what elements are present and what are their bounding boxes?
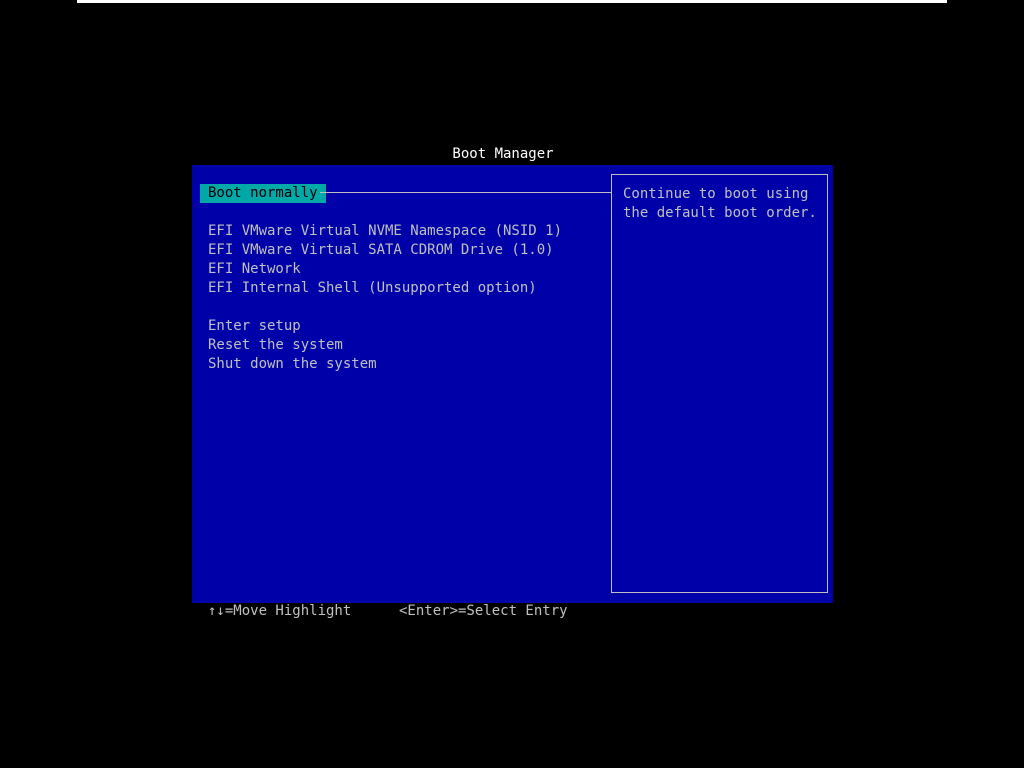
top-status-bar <box>77 0 947 3</box>
menu-item-efi-internal-shell[interactable]: EFI Internal Shell (Unsupported option) <box>208 279 537 298</box>
boot-manager-panel: Boot normally EFI VMware Virtual NVME Na… <box>192 165 833 603</box>
menu-item-efi-sata-cdrom[interactable]: EFI VMware Virtual SATA CDROM Drive (1.0… <box>208 241 554 260</box>
footer-move-hint: ↑↓=Move Highlight <box>208 603 352 619</box>
selection-divider <box>320 192 611 193</box>
menu-item-efi-network[interactable]: EFI Network <box>208 260 301 279</box>
menu-item-boot-normally[interactable]: Boot normally <box>200 184 326 203</box>
footer-select-hint: <Enter>=Select Entry <box>399 603 568 619</box>
page-title: Boot Manager <box>452 146 554 162</box>
menu-item-shut-down[interactable]: Shut down the system <box>208 355 377 374</box>
help-text: Continue to boot using the default boot … <box>623 186 817 221</box>
menu-item-reset-system[interactable]: Reset the system <box>208 336 343 355</box>
menu-item-efi-nvme[interactable]: EFI VMware Virtual NVME Namespace (NSID … <box>208 222 562 241</box>
help-box: Continue to boot using the default boot … <box>611 174 828 593</box>
menu-item-enter-setup[interactable]: Enter setup <box>208 317 301 336</box>
